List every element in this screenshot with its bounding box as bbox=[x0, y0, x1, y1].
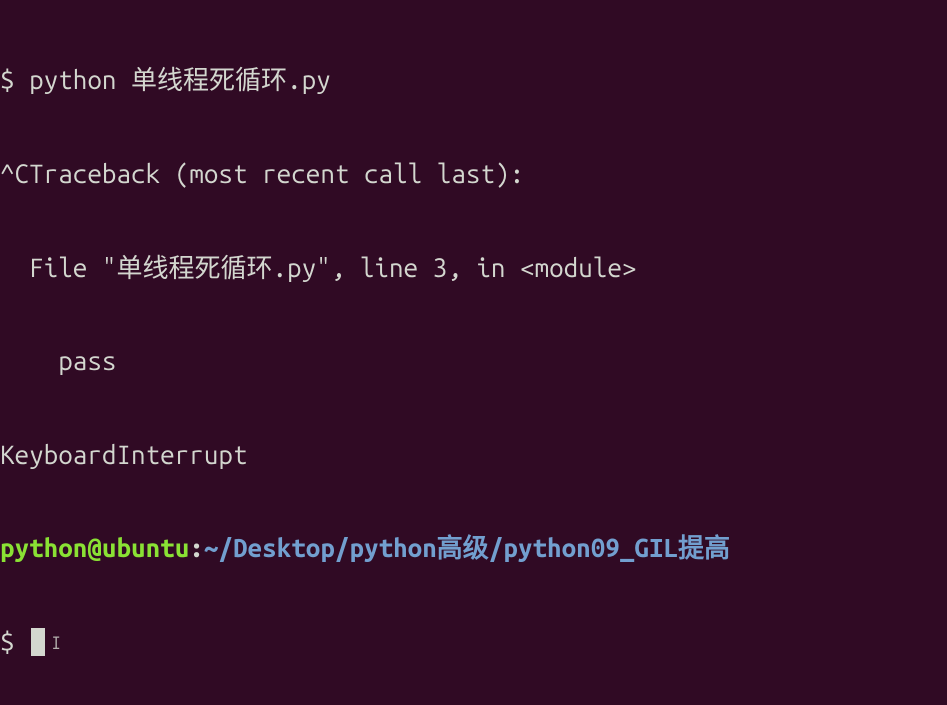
input-line[interactable]: $ I bbox=[0, 626, 947, 657]
keyboard-interrupt-line: KeyboardInterrupt bbox=[0, 439, 947, 470]
text-cursor-icon: I bbox=[51, 633, 61, 655]
command-line: $ python 单线程死循环.py bbox=[0, 64, 947, 95]
traceback-code-line: pass bbox=[0, 345, 947, 376]
prompt-symbol: $ bbox=[0, 627, 29, 656]
user-host: python@ubuntu bbox=[0, 533, 189, 562]
prompt-line: python@ubuntu:~/Desktop/python高级/python0… bbox=[0, 532, 947, 563]
current-path: ~/Desktop/python高级/python09_GIL提高 bbox=[204, 533, 730, 562]
traceback-file-line: File "单线程死循环.py", line 3, in <module> bbox=[0, 252, 947, 283]
prompt-colon: : bbox=[189, 533, 204, 562]
traceback-header: ^CTraceback (most recent call last): bbox=[0, 158, 947, 189]
terminal-output[interactable]: $ python 单线程死循环.py ^CTraceback (most rec… bbox=[0, 2, 947, 688]
cursor-block bbox=[31, 628, 45, 656]
